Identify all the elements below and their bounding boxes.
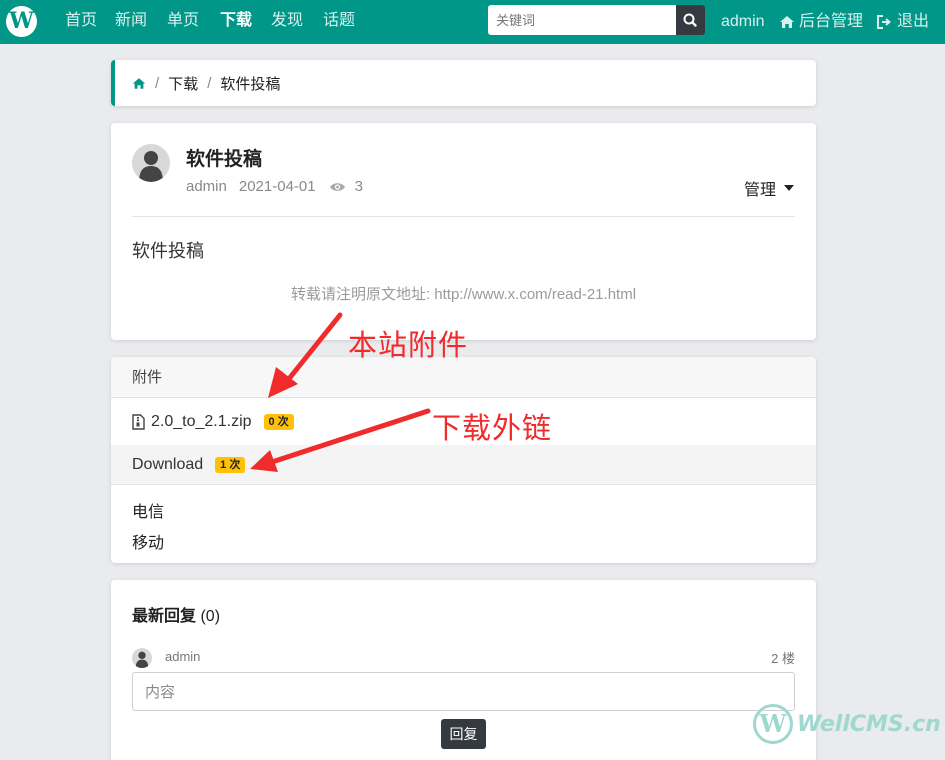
admin-link[interactable]: 后台管理 (779, 0, 863, 44)
annotation-external-link-label: 下载外链 (432, 411, 553, 445)
author-avatar[interactable] (132, 144, 170, 182)
reply-textarea[interactable] (132, 672, 795, 711)
download-link-telecom[interactable]: 电信 (132, 498, 164, 522)
attachment-filename[interactable]: 2.0_to_2.1.zip (151, 413, 252, 431)
search-form (488, 5, 705, 35)
attachment-file[interactable]: 2.0_to_2.1.zip 0 次 (132, 413, 294, 431)
replies-title: 最新回复 (132, 608, 197, 625)
download-count-badge: 0 次 (263, 414, 294, 430)
search-input[interactable] (488, 5, 676, 35)
nav-item-download[interactable]: 下载 (220, 0, 252, 44)
eye-icon (329, 182, 345, 191)
repost-notice: 转载请注明原文地址: http://www.x.com/read-21.html (290, 286, 637, 303)
site-logo[interactable]: W (6, 6, 37, 37)
zip-file-icon (132, 414, 145, 430)
reply-avatar (132, 648, 152, 668)
divider (132, 216, 795, 217)
reply-floor: 2 楼 (771, 651, 795, 666)
user-icon (135, 651, 149, 668)
breadcrumb-separator: / (207, 74, 212, 92)
post-date: 2021-04-01 (238, 178, 316, 195)
download-label: Download (132, 455, 204, 473)
download-link-mobile[interactable]: 移动 (132, 529, 164, 553)
manage-label: 管理 (743, 182, 776, 199)
nav-item-topics[interactable]: 话题 (323, 0, 355, 44)
nav-item-news[interactable]: 新闻 (115, 0, 147, 44)
chevron-down-icon (784, 185, 794, 191)
user-icon (139, 151, 163, 182)
home-icon (780, 16, 794, 28)
breadcrumb-item-download[interactable]: 下载 (168, 73, 198, 94)
user-link[interactable]: admin (721, 0, 765, 44)
post-views: 3 (354, 178, 363, 195)
watermark-logo: W (753, 704, 793, 744)
nav-item-page[interactable]: 单页 (167, 0, 199, 44)
admin-label: 后台管理 (799, 13, 864, 30)
home-icon[interactable] (132, 77, 146, 90)
watermark-text: WellCMS.cn (797, 711, 941, 737)
download-links-header: Download 1 次 (111, 445, 816, 485)
post-author[interactable]: admin (186, 178, 227, 195)
nav-item-home[interactable]: 首页 (65, 0, 97, 44)
attachments-card: 附件 2.0_to_2.1.zip 0 次 Download 1 次 电信 移动 (111, 357, 816, 563)
replies-card: 最新回复 (0) admin 2 楼 回复 (111, 580, 816, 760)
breadcrumb-separator: / (155, 74, 160, 92)
reply-button[interactable]: 回复 (441, 719, 486, 749)
download-count-badge: 1 次 (215, 456, 246, 473)
post-card: 软件投稿 admin 2021-04-01 3 管理 软件投稿 转载请注明原文地… (111, 123, 816, 340)
logout-link[interactable]: 退出 (877, 0, 929, 44)
replies-count: (0) (200, 608, 221, 625)
post-meta: admin 2021-04-01 3 (186, 178, 363, 195)
search-icon (683, 13, 697, 27)
breadcrumb-item-current: 软件投稿 (220, 75, 281, 93)
post-title: 软件投稿 (186, 149, 263, 170)
post-body: 软件投稿 (132, 241, 204, 261)
watermark: W WellCMS.cn (753, 704, 941, 744)
reply-username: admin (165, 649, 201, 664)
breadcrumb: / 下载 / 软件投稿 (111, 60, 816, 106)
logout-label: 退出 (897, 13, 930, 30)
manage-dropdown[interactable]: 管理 (744, 176, 794, 200)
logout-icon (877, 15, 892, 29)
top-navbar: W 首页 新闻 单页 下载 发现 话题 admin 后台管理 退出 (0, 0, 945, 44)
replies-heading: 最新回复 (0) (132, 602, 220, 626)
annotation-attachment-label: 本站附件 (348, 328, 469, 362)
nav-item-discover[interactable]: 发现 (271, 0, 303, 44)
search-button[interactable] (676, 5, 705, 35)
